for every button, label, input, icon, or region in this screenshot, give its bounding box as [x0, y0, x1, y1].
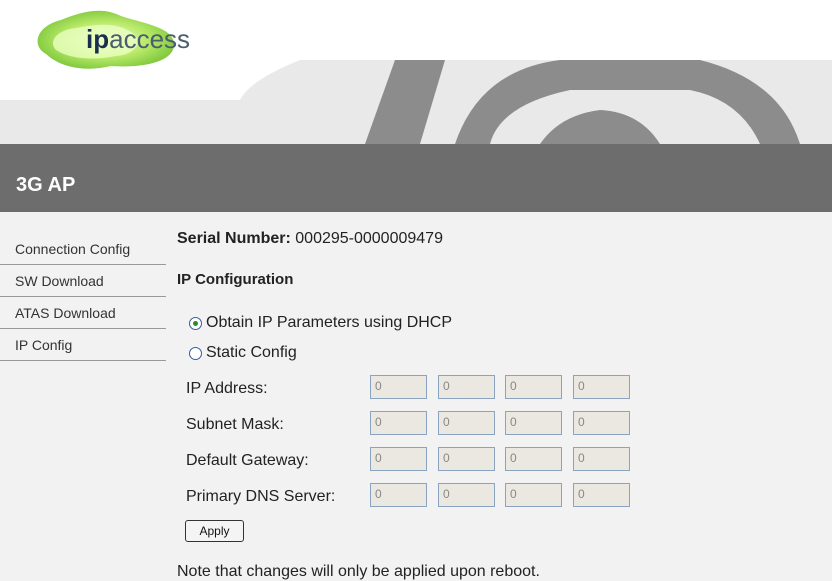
subnet-mask-label: Subnet Mask:	[186, 416, 284, 433]
subnet-mask-octet-4[interactable]: 0	[573, 411, 630, 435]
primary-dns-label: Primary DNS Server:	[186, 488, 336, 505]
ip-address-octet-3[interactable]: 0	[505, 375, 562, 399]
sidebar-item-atas-download[interactable]: ATAS Download	[0, 297, 166, 329]
ip-address-octet-2[interactable]: 0	[438, 375, 495, 399]
static-option[interactable]: Static Config	[189, 344, 297, 362]
reboot-note: Note that changes will only be applied u…	[177, 563, 540, 580]
ip-address-octet-1[interactable]: 0	[370, 375, 427, 399]
serial-number-label: Serial Number:	[177, 230, 291, 247]
default-gateway-octet-4[interactable]: 0	[573, 447, 630, 471]
dhcp-radio[interactable]	[189, 317, 202, 330]
page-title: 3G AP	[16, 174, 76, 196]
ip-address-octet-4[interactable]: 0	[573, 375, 630, 399]
primary-dns-octet-1[interactable]: 0	[370, 483, 427, 507]
static-radio-label[interactable]: Static Config	[206, 344, 297, 362]
default-gateway-octet-3[interactable]: 0	[505, 447, 562, 471]
primary-dns-octet-4[interactable]: 0	[573, 483, 630, 507]
ip-address-label: IP Address:	[186, 380, 268, 397]
serial-number-line: Serial Number: 000295-0000009479	[177, 230, 443, 248]
logo-text-bold: ip	[86, 24, 110, 54]
top-banner: ipaccess	[0, 0, 832, 144]
dhcp-radio-label[interactable]: Obtain IP Parameters using DHCP	[206, 314, 452, 332]
dhcp-option[interactable]: Obtain IP Parameters using DHCP	[189, 314, 452, 332]
section-title: IP Configuration	[177, 271, 294, 288]
serial-number-value: 000295-0000009479	[295, 230, 443, 247]
primary-dns-octet-3[interactable]: 0	[505, 483, 562, 507]
title-bar: 3G AP	[0, 144, 832, 212]
default-gateway-octet-2[interactable]: 0	[438, 447, 495, 471]
static-radio[interactable]	[189, 347, 202, 360]
apply-button[interactable]: Apply	[185, 520, 244, 542]
logo-text: ipaccess	[86, 26, 190, 52]
sidebar-item-sw-download[interactable]: SW Download	[0, 265, 166, 297]
default-gateway-octet-1[interactable]: 0	[370, 447, 427, 471]
ip-access-logo: ipaccess	[26, 6, 206, 76]
subnet-mask-octet-2[interactable]: 0	[438, 411, 495, 435]
subnet-mask-octet-3[interactable]: 0	[505, 411, 562, 435]
sidebar: Connection Config SW Download ATAS Downl…	[0, 232, 166, 361]
default-gateway-label: Default Gateway:	[186, 452, 309, 469]
primary-dns-octet-2[interactable]: 0	[438, 483, 495, 507]
sidebar-item-connection-config[interactable]: Connection Config	[0, 232, 166, 265]
logo-text-rest: access	[109, 24, 191, 54]
sidebar-item-ip-config[interactable]: IP Config	[0, 329, 166, 361]
subnet-mask-octet-1[interactable]: 0	[370, 411, 427, 435]
